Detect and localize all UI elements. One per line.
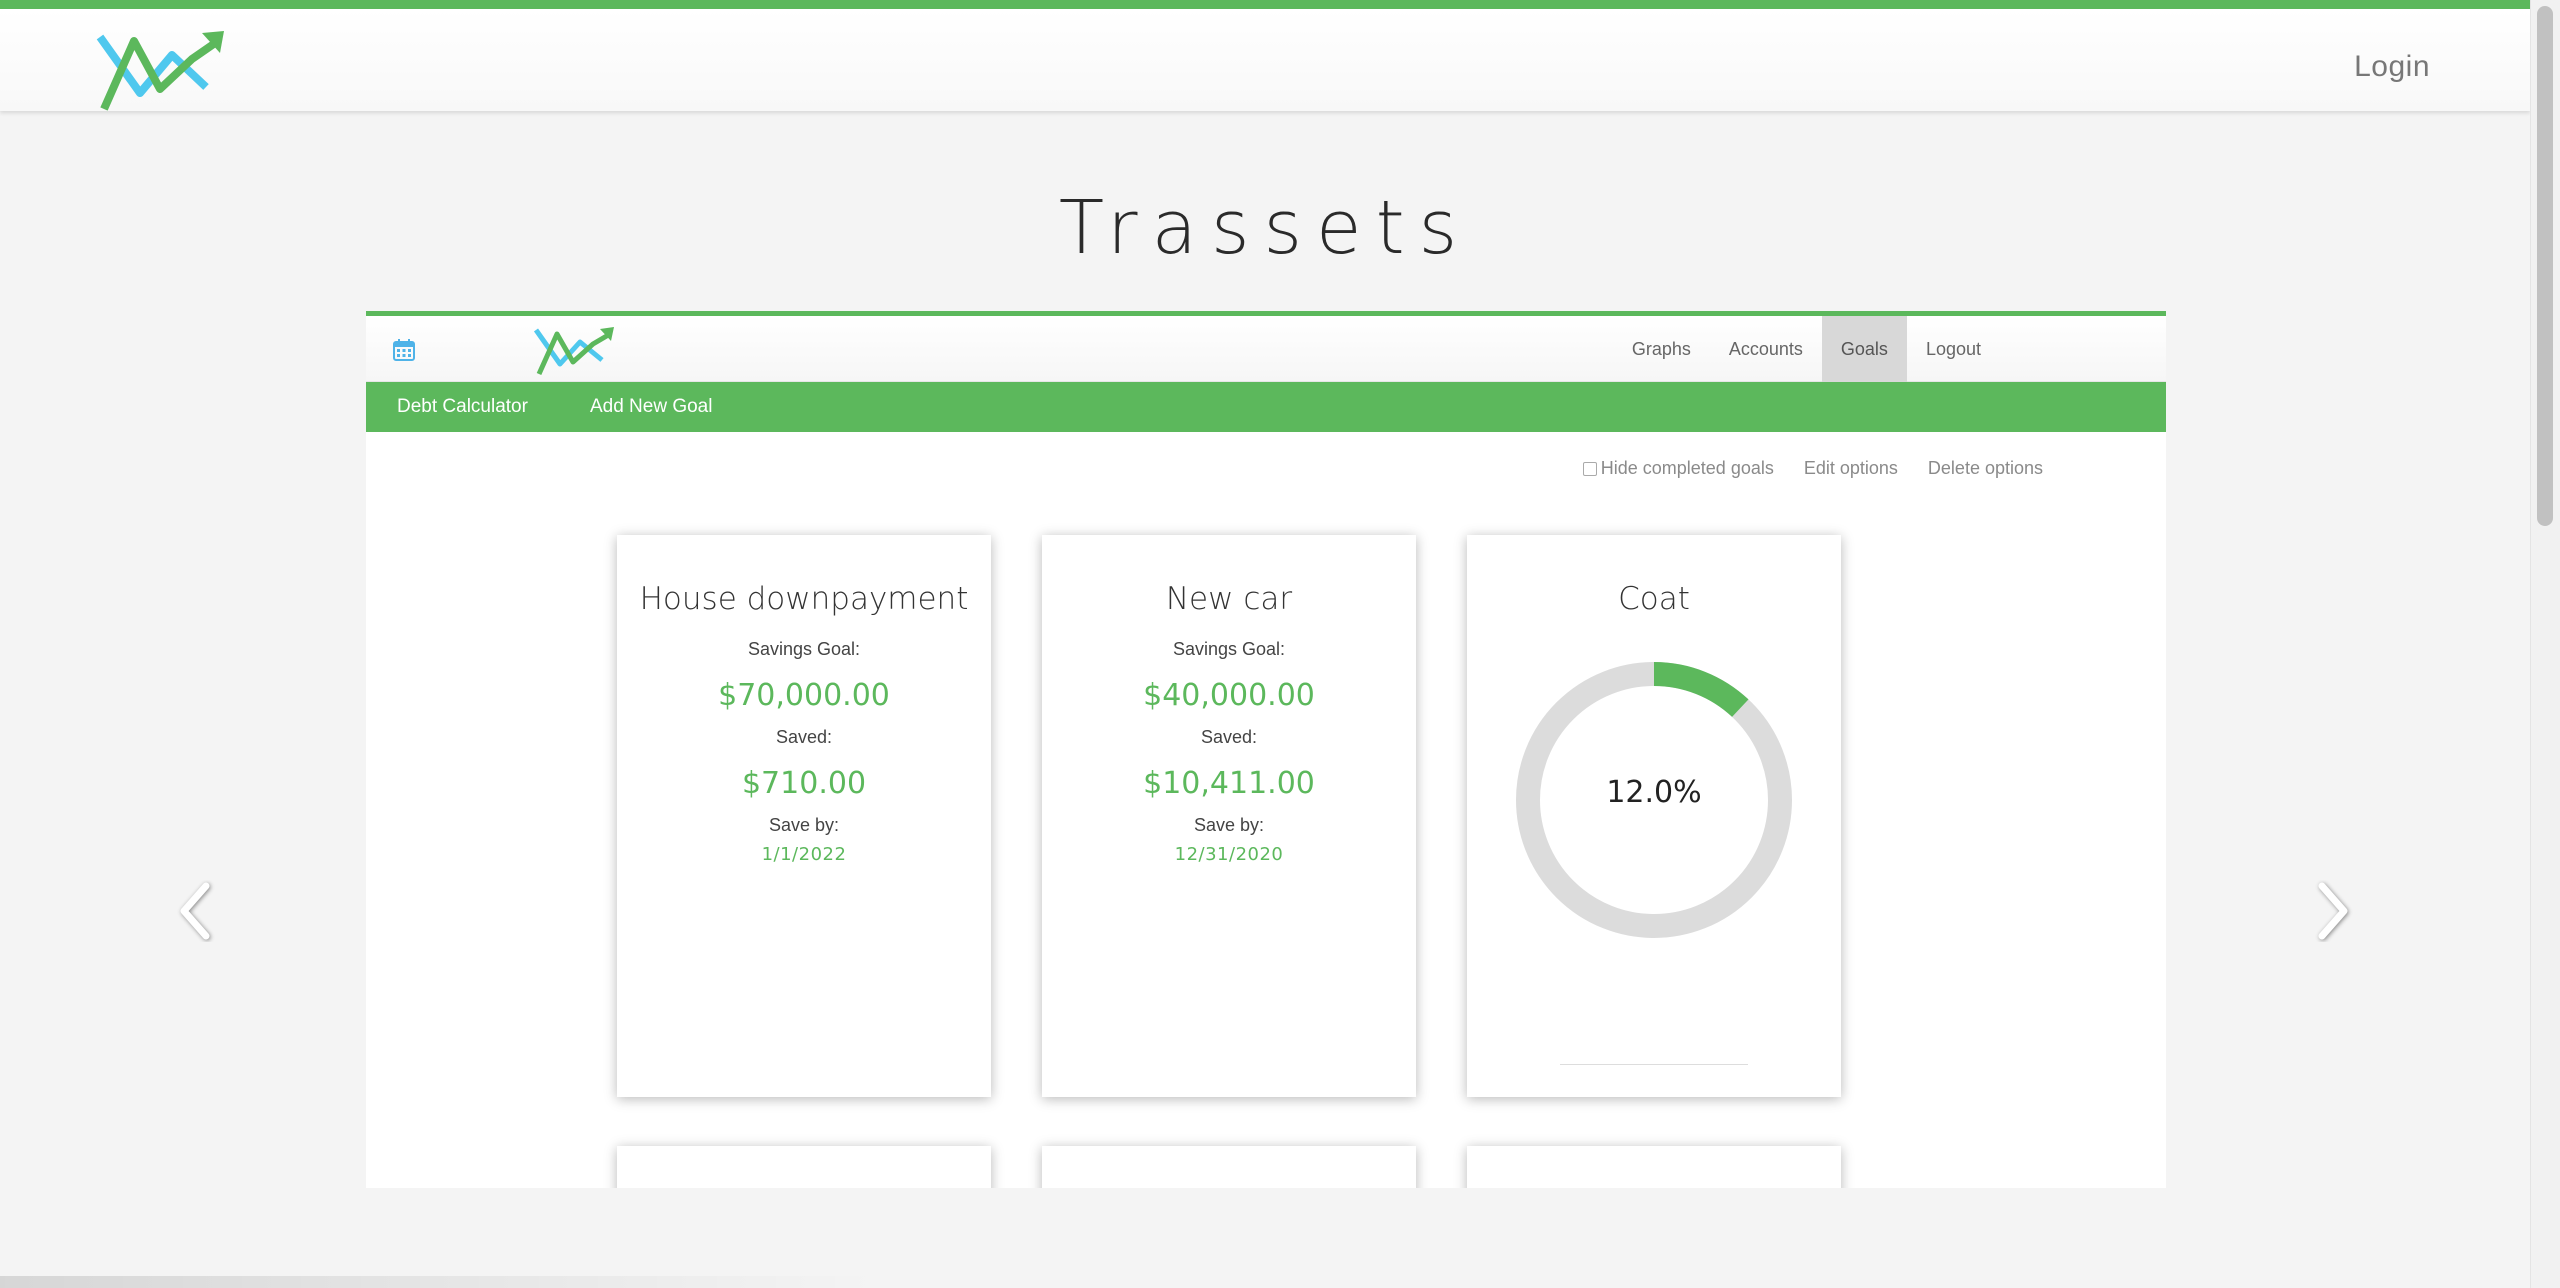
nav-accounts[interactable]: Accounts	[1710, 316, 1822, 382]
savings-goal-amount: $40,000.00	[1143, 678, 1315, 713]
hide-completed-label: Hide completed goals	[1600, 458, 1774, 478]
trassets-logo[interactable]	[96, 29, 226, 117]
app-logo[interactable]	[534, 326, 614, 378]
saved-amount: $10,411.00	[1143, 766, 1315, 801]
hide-completed-toggle[interactable]: Hide completed goals	[1582, 458, 1774, 479]
goal-card[interactable]	[617, 1146, 991, 1188]
save-by-label: Save by:	[1193, 815, 1265, 835]
app-navbar: Graphs Accounts Goals Logout	[366, 316, 2166, 382]
nav-logout[interactable]: Logout	[1907, 316, 2000, 382]
bottom-edge-shadow	[0, 1276, 880, 1288]
site-header: Login	[0, 0, 2530, 111]
progress-percent: 12.0%	[1606, 775, 1702, 810]
page-title: Trassets	[1058, 185, 1472, 271]
save-by-label: Save by:	[768, 815, 840, 835]
goal-title: New car	[1165, 581, 1293, 617]
goals-subnav: Debt Calculator Add New Goal	[366, 382, 2166, 432]
saved-amount: $710.00	[741, 766, 867, 801]
goal-card[interactable]: New car Savings Goal: $40,000.00 Saved: …	[1042, 535, 1416, 1097]
chevron-right-icon[interactable]	[2310, 880, 2354, 942]
saved-label: Saved:	[775, 727, 833, 747]
saved-label: Saved:	[1200, 727, 1258, 747]
nav-graphs[interactable]: Graphs	[1613, 316, 1710, 382]
goal-card[interactable]: House downpayment Savings Goal: $70,000.…	[617, 535, 991, 1097]
savings-goal-label: Savings Goal:	[1172, 639, 1286, 659]
app-preview-frame: Graphs Accounts Goals Logout Debt Calcul…	[366, 311, 2166, 1188]
goal-title: House downpayment	[639, 581, 969, 617]
hide-completed-checkbox[interactable]	[1582, 461, 1597, 476]
calendar-icon[interactable]	[392, 338, 416, 362]
goal-card[interactable]	[1467, 1146, 1841, 1188]
goal-options-bar: Hide completed goals Edit options Delete…	[1582, 458, 2043, 479]
scrollbar-thumb[interactable]	[2537, 6, 2553, 526]
edit-options-link[interactable]: Edit options	[1804, 458, 1898, 479]
add-new-goal-link[interactable]: Add New Goal	[590, 396, 713, 418]
savings-goal-amount: $70,000.00	[718, 678, 890, 713]
save-by-date: 1/1/2022	[761, 844, 847, 865]
app-menu: Graphs Accounts Goals Logout	[1613, 316, 2000, 382]
save-by-date: 12/31/2020	[1174, 844, 1284, 865]
delete-options-link[interactable]: Delete options	[1928, 458, 2043, 479]
goal-card[interactable]	[1042, 1146, 1416, 1188]
card-divider	[1560, 1064, 1748, 1065]
page-scrollbar[interactable]	[2530, 0, 2560, 1288]
savings-goal-label: Savings Goal:	[747, 639, 861, 659]
chevron-left-icon[interactable]	[174, 880, 218, 942]
debt-calculator-link[interactable]: Debt Calculator	[397, 396, 528, 418]
goal-title: Coat	[1618, 581, 1690, 617]
login-link[interactable]: Login	[2354, 50, 2430, 84]
goal-card-progress[interactable]: Coat 12.0%	[1467, 535, 1841, 1097]
nav-goals[interactable]: Goals	[1821, 316, 1907, 382]
